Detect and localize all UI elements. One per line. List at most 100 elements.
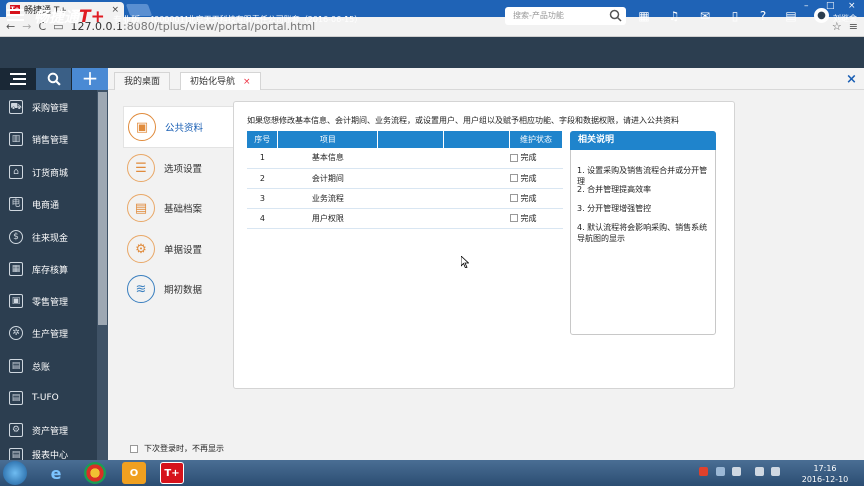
sidebar-item-label: T-UFO [32, 393, 59, 403]
leftnav-public-data[interactable]: ▣ 公共资料 [123, 106, 233, 148]
tab-my-desktop[interactable]: 我的桌面 [114, 72, 171, 90]
cell-empty [377, 148, 444, 169]
status-checkbox[interactable] [509, 194, 518, 202]
minimize-button[interactable]: – [804, 1, 809, 11]
username-label[interactable]: 刘继金 [833, 13, 857, 24]
tplus-taskbar-icon[interactable]: T+ [160, 462, 184, 484]
cell-status[interactable]: 完成 [509, 168, 563, 189]
cell-status[interactable]: 完成 [509, 148, 563, 169]
sidebar-item-store[interactable]: ⌂ 订货商城 [0, 156, 97, 188]
document-icon: ▤ [127, 194, 155, 222]
company-account-label: [000001]北京天天科技有限责任公司账套（2016-06-15） [151, 15, 363, 24]
sidebar-item-label: 总账 [32, 362, 51, 373]
sidebar-item-label: 电商通 [32, 200, 60, 211]
sidebar-item-report-center[interactable]: ▤ 报表中心 [0, 446, 97, 460]
gear-icon: ⚙ [127, 235, 155, 263]
table-row[interactable]: 3 业务流程 完成 [247, 188, 563, 209]
sidebar-item-label: 报表中心 [32, 451, 69, 460]
sidebar-item-tufo[interactable]: ▤ T-UFO [0, 382, 97, 414]
tray-ime-icon[interactable] [716, 467, 725, 476]
status-label: 完成 [520, 173, 537, 183]
leftnav-basic-archive[interactable]: ▤ 基础档案 [123, 188, 233, 228]
sidebar-item-production[interactable]: ✲ 生产管理 [0, 317, 97, 349]
status-checkbox[interactable] [509, 174, 518, 182]
sidebar-item-label: 订货商城 [32, 168, 69, 179]
calculator-icon[interactable]: ▦ [637, 9, 651, 23]
sidebar-search-button[interactable] [36, 68, 71, 90]
cell-item-link[interactable]: 基本信息 [277, 148, 378, 169]
sidebar-add-button[interactable]: + [72, 68, 108, 90]
cell-item-link[interactable]: 用户权限 [277, 208, 378, 229]
tray-settings-icon[interactable] [732, 467, 741, 476]
leftnav-options[interactable]: ☰ 选项设置 [123, 148, 233, 188]
sidebar-item-label: 销售管理 [32, 135, 69, 146]
tab-init-guide-label: 初始化导航 [190, 77, 236, 87]
search-icon[interactable] [609, 9, 622, 22]
table-row[interactable]: 1 基本信息 完成 [247, 148, 563, 169]
sidebar-item-inventory[interactable]: ▦ 库存核算 [0, 253, 97, 285]
start-button-icon[interactable] [3, 461, 27, 485]
search-input[interactable]: 搜索-产品功能 [505, 7, 626, 25]
status-label: 完成 [520, 213, 537, 223]
system-clock[interactable]: 17:16 2016-12-10 [793, 463, 857, 485]
close-all-tabs-icon[interactable]: × [846, 72, 857, 87]
dont-show-again-option[interactable]: 下次登录时，不再显示 [130, 443, 224, 454]
warehouse-icon: ▦ [9, 262, 23, 276]
logo-mark: T+ [79, 7, 105, 27]
notification-bell-icon[interactable]: ♫ [667, 9, 681, 23]
sidebar-item-sales[interactable]: ▥ 销售管理 [0, 123, 97, 155]
tray-volume-icon[interactable] [771, 467, 780, 476]
status-checkbox[interactable] [509, 214, 518, 222]
tray-network-icon[interactable] [755, 467, 764, 476]
mail-icon[interactable]: ✉ [698, 9, 712, 23]
store-icon: ⌂ [9, 165, 23, 179]
window-close-button[interactable]: × [848, 1, 856, 11]
mobile-icon[interactable]: ▯ [728, 9, 742, 23]
sidebar-item-ecommerce[interactable]: 电电商通 [0, 188, 97, 220]
forward-icon[interactable]: → [22, 20, 31, 33]
cell-status[interactable]: 完成 [509, 208, 563, 229]
ledger-icon: ▤ [9, 359, 23, 373]
leftnav-voucher-settings[interactable]: ⚙ 单据设置 [123, 229, 233, 269]
cell-empty [443, 168, 510, 189]
outlook-icon[interactable]: O [122, 462, 146, 484]
asset-icon: ⚙ [9, 423, 23, 437]
table-row[interactable]: 4 用户权限 完成 [247, 208, 563, 229]
hamburger-menu-icon[interactable] [7, 9, 24, 21]
sidebar-collapse-button[interactable] [0, 68, 35, 90]
sidebar-item-asset[interactable]: ⚙ 资产管理 [0, 414, 97, 446]
sidebar-scrollbar-thumb[interactable] [98, 92, 107, 325]
tab-close-icon[interactable]: × [243, 77, 251, 87]
leftnav-label: 期初数据 [164, 285, 203, 296]
tray-app-icon[interactable] [699, 467, 708, 476]
cell-empty [377, 208, 444, 229]
sidebar-item-retail[interactable]: ▣ 零售管理 [0, 285, 97, 317]
sidebar-item-purchase[interactable]: ⛟ 采购管理 [0, 91, 97, 123]
tab-init-guide[interactable]: 初始化导航 × [180, 72, 261, 90]
table-row[interactable]: 2 会计期间 完成 [247, 168, 563, 189]
cell-item-link[interactable]: 业务流程 [277, 188, 378, 209]
cell-no: 3 [247, 188, 278, 209]
sidebar-item-cash[interactable]: $ 往来现金 [0, 221, 97, 253]
production-icon: ✲ [9, 326, 23, 340]
status-label: 完成 [520, 193, 537, 203]
dont-show-again-checkbox[interactable] [130, 444, 138, 453]
cell-empty [443, 188, 510, 209]
leftnav-label: 单据设置 [164, 245, 203, 256]
leftnav-opening-data[interactable]: ≋ 期初数据 [123, 269, 233, 309]
ie-icon[interactable]: e [44, 462, 68, 484]
status-checkbox[interactable] [509, 153, 518, 162]
col-header-status: 维护状态 [509, 131, 563, 148]
sidebar-item-label: 零售管理 [32, 297, 69, 308]
chrome-icon[interactable] [84, 462, 106, 484]
cell-status[interactable]: 完成 [509, 188, 563, 209]
database-icon: ≋ [127, 275, 155, 303]
user-avatar-icon[interactable]: ● [814, 8, 829, 23]
help-icon[interactable]: ? [756, 9, 770, 23]
message-icon[interactable]: ▤ [784, 9, 798, 23]
back-icon[interactable]: ← [6, 20, 15, 33]
sidebar-item-ledger[interactable]: ▤ 总账 [0, 350, 97, 382]
maximize-button[interactable]: □ [826, 1, 835, 11]
report-icon: ▤ [9, 391, 23, 405]
cell-item-link[interactable]: 会计期间 [277, 168, 378, 189]
